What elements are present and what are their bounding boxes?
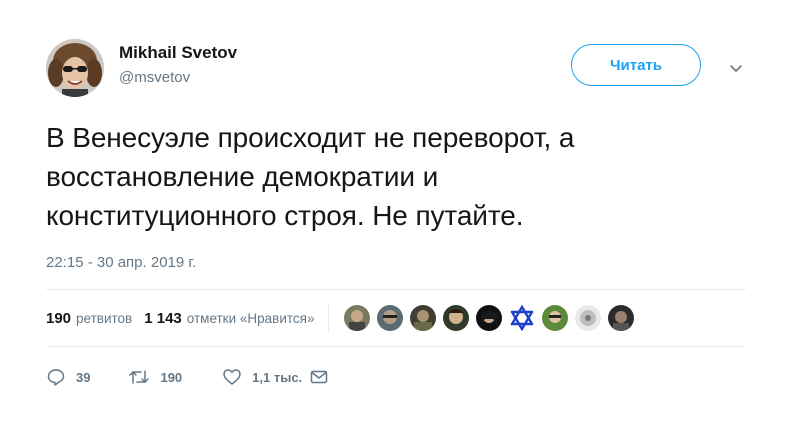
tweet-stats: 190 ретвитов 1 143 отметки «Нравится» (46, 303, 640, 333)
stats-divider (328, 303, 330, 333)
retweets-count[interactable]: 190 (46, 310, 71, 327)
avatar[interactable] (46, 39, 104, 97)
avatar-photo (46, 39, 104, 97)
liker-avatar[interactable] (574, 304, 603, 332)
retweet-icon (129, 370, 150, 384)
direct-message-button[interactable] (309, 367, 329, 387)
follow-button[interactable]: Читать (571, 44, 701, 86)
star-of-david-icon[interactable] (508, 304, 537, 332)
liker-avatar[interactable] (409, 304, 438, 332)
liker-avatar[interactable] (541, 304, 570, 332)
tweet-line: конституционного строя. Не путайте. (46, 200, 524, 231)
retweet-count: 190 (160, 369, 183, 385)
divider (46, 346, 746, 347)
liker-avatar[interactable] (442, 304, 471, 332)
tweet-text: В Венесуэле происходит не переворот, а в… (46, 118, 746, 235)
retweet-button[interactable]: 190 (128, 367, 182, 387)
chevron-down-icon[interactable] (727, 59, 745, 77)
tweet-line: В Венесуэле происходит не переворот, а (46, 122, 575, 153)
envelope-icon (310, 370, 328, 384)
reply-button[interactable]: 39 (46, 367, 90, 387)
liker-avatar[interactable] (343, 304, 372, 332)
reply-icon (47, 369, 65, 386)
liker-avatar[interactable] (475, 304, 504, 332)
divider (46, 289, 746, 290)
action-bar: 39 190 1,1 тыс. (46, 362, 329, 392)
likers-avatars (343, 304, 640, 332)
liker-avatar[interactable] (376, 304, 405, 332)
like-button[interactable]: 1,1 тыс. (222, 367, 302, 387)
tweet-line: восстановление демократии и (46, 161, 439, 192)
author-name[interactable]: Mikhail Svetov (119, 43, 237, 63)
tweet-timestamp[interactable]: 22:15 - 30 апр. 2019 г. (46, 254, 196, 271)
retweets-label[interactable]: ретвитов (76, 311, 132, 326)
likes-label[interactable]: отметки «Нравится» (187, 311, 315, 326)
like-count: 1,1 тыс. (252, 369, 303, 385)
reply-count: 39 (76, 369, 91, 385)
likes-count[interactable]: 1 143 (144, 310, 182, 327)
heart-icon (223, 369, 241, 385)
liker-avatar[interactable] (607, 304, 636, 332)
author-handle[interactable]: @msvetov (119, 69, 190, 86)
